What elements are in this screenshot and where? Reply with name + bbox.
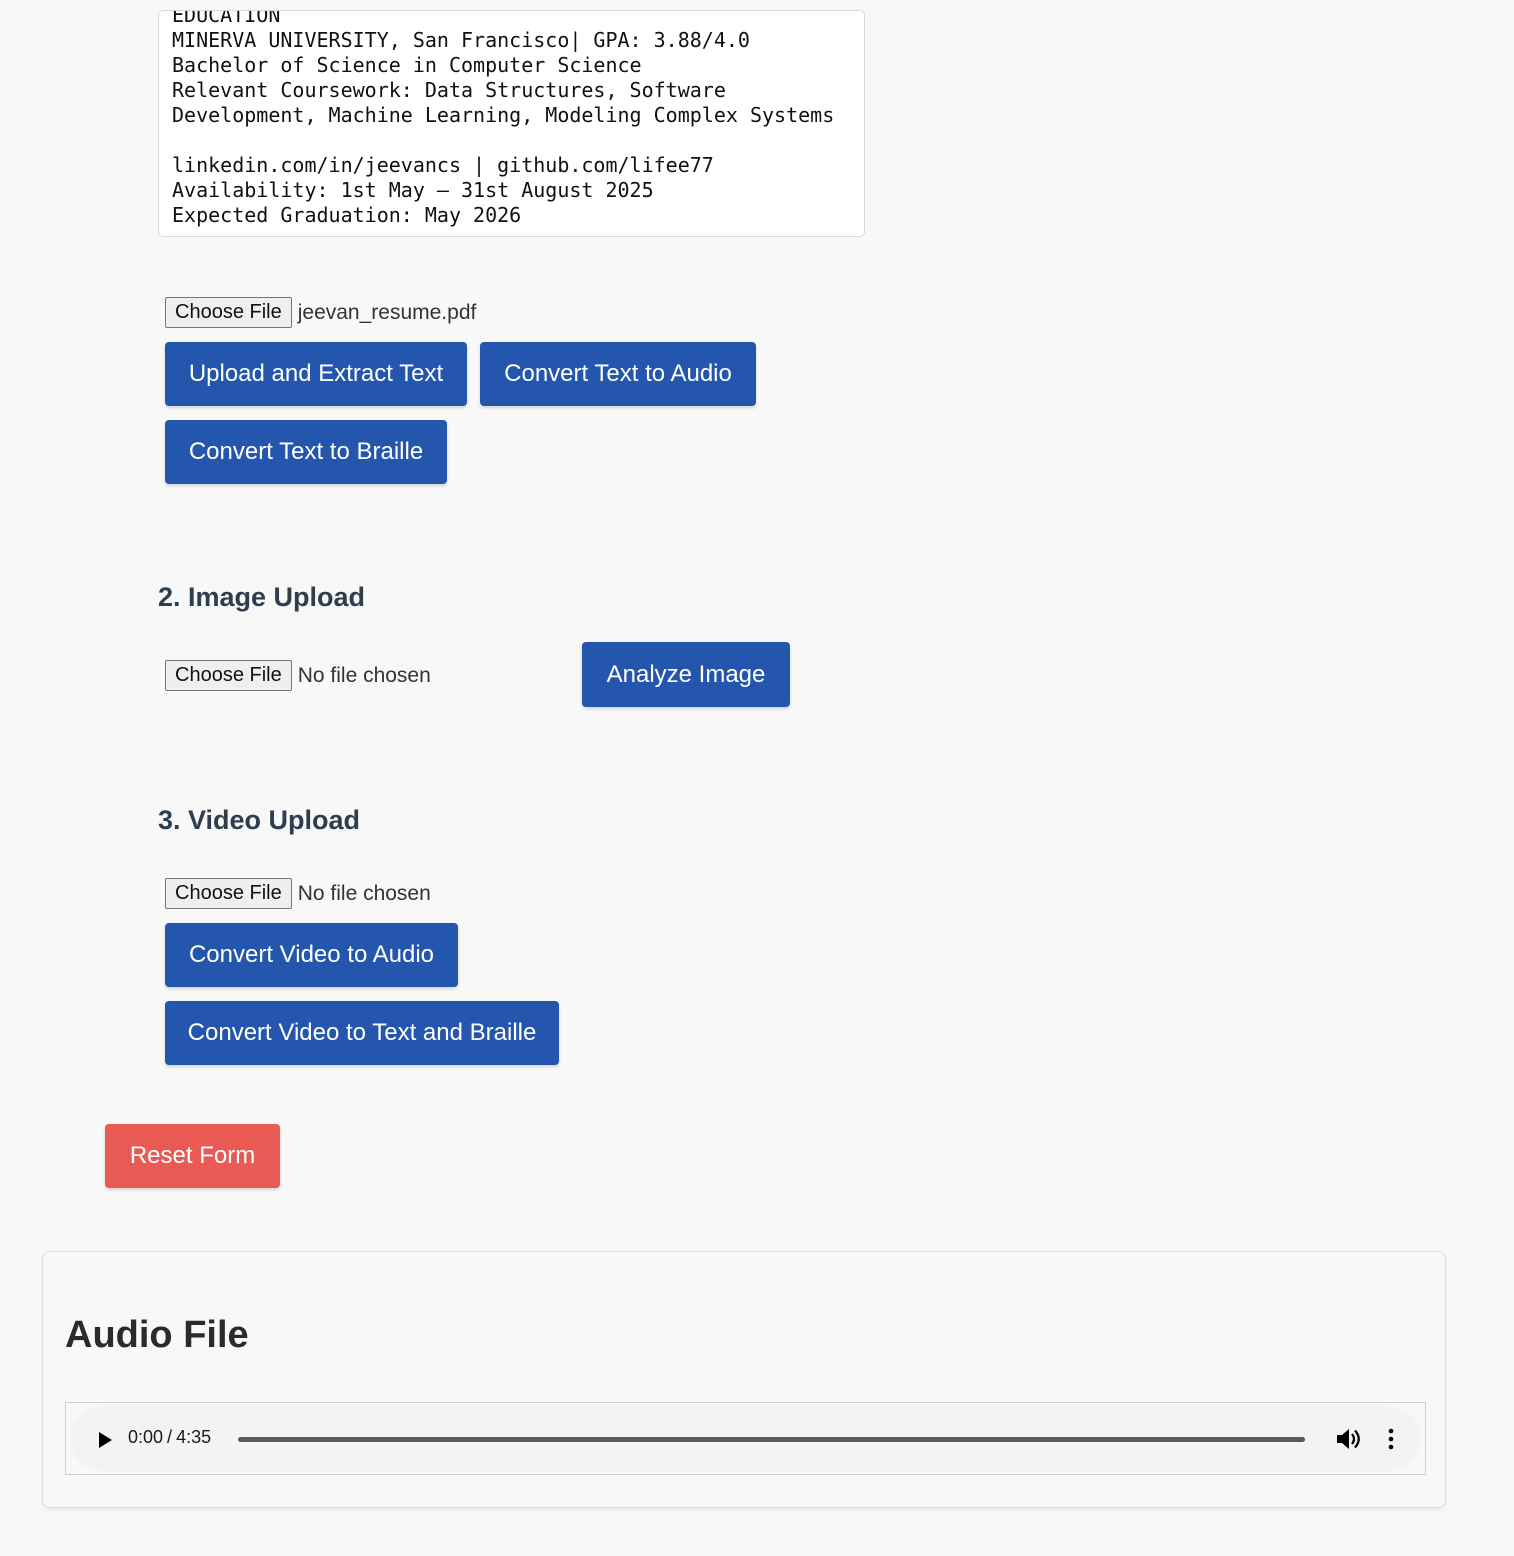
audio-player-frame: 0:00/4:35 — [65, 1402, 1426, 1475]
current-time: 0:00 — [128, 1427, 164, 1447]
selected-file-name: No file chosen — [297, 663, 431, 687]
audio-file-heading: Audio File — [65, 1314, 249, 1356]
progress-bar[interactable] — [238, 1437, 1305, 1442]
time-display: 0:00/4:35 — [128, 1427, 211, 1448]
time-separator: / — [167, 1427, 173, 1447]
reset-form-button[interactable]: Reset Form — [105, 1124, 280, 1188]
upload-extract-text-button[interactable]: Upload and Extract Text — [165, 342, 467, 406]
audio-player[interactable]: 0:00/4:35 — [70, 1406, 1421, 1471]
convert-text-to-audio-button[interactable]: Convert Text to Audio — [480, 342, 756, 406]
document-file-input[interactable]: Choose File jeevan_resume.pdf — [165, 297, 476, 328]
image-file-input[interactable]: Choose File No file chosen — [165, 660, 431, 691]
convert-video-to-audio-button[interactable]: Convert Video to Audio — [165, 923, 458, 987]
video-file-input[interactable]: Choose File No file chosen — [165, 878, 431, 909]
image-upload-heading: 2. Image Upload — [158, 582, 366, 612]
selected-file-name: jeevan_resume.pdf — [297, 300, 477, 324]
play-icon[interactable] — [99, 1432, 112, 1448]
volume-icon[interactable] — [1336, 1428, 1362, 1450]
choose-file-button[interactable]: Choose File — [165, 297, 292, 328]
convert-text-to-braille-button[interactable]: Convert Text to Braille — [165, 420, 447, 484]
choose-file-button[interactable]: Choose File — [165, 660, 292, 691]
video-upload-heading: 3. Video Upload — [158, 805, 361, 835]
selected-file-name: No file chosen — [297, 881, 431, 905]
page: EDUCATION MINERVA UNIVERSITY, San Franci… — [0, 0, 1514, 1556]
extracted-text-content: EDUCATION MINERVA UNIVERSITY, San Franci… — [172, 10, 835, 227]
audio-card: Audio File 0:00/4:35 — [42, 1251, 1446, 1508]
duration: 4:35 — [176, 1427, 212, 1447]
convert-video-to-text-braille-button[interactable]: Convert Video to Text and Braille — [165, 1001, 559, 1065]
extracted-text-area[interactable]: EDUCATION MINERVA UNIVERSITY, San Franci… — [158, 10, 865, 237]
analyze-image-button[interactable]: Analyze Image — [582, 642, 790, 707]
more-options-icon[interactable] — [1381, 1428, 1401, 1450]
choose-file-button[interactable]: Choose File — [165, 878, 292, 909]
